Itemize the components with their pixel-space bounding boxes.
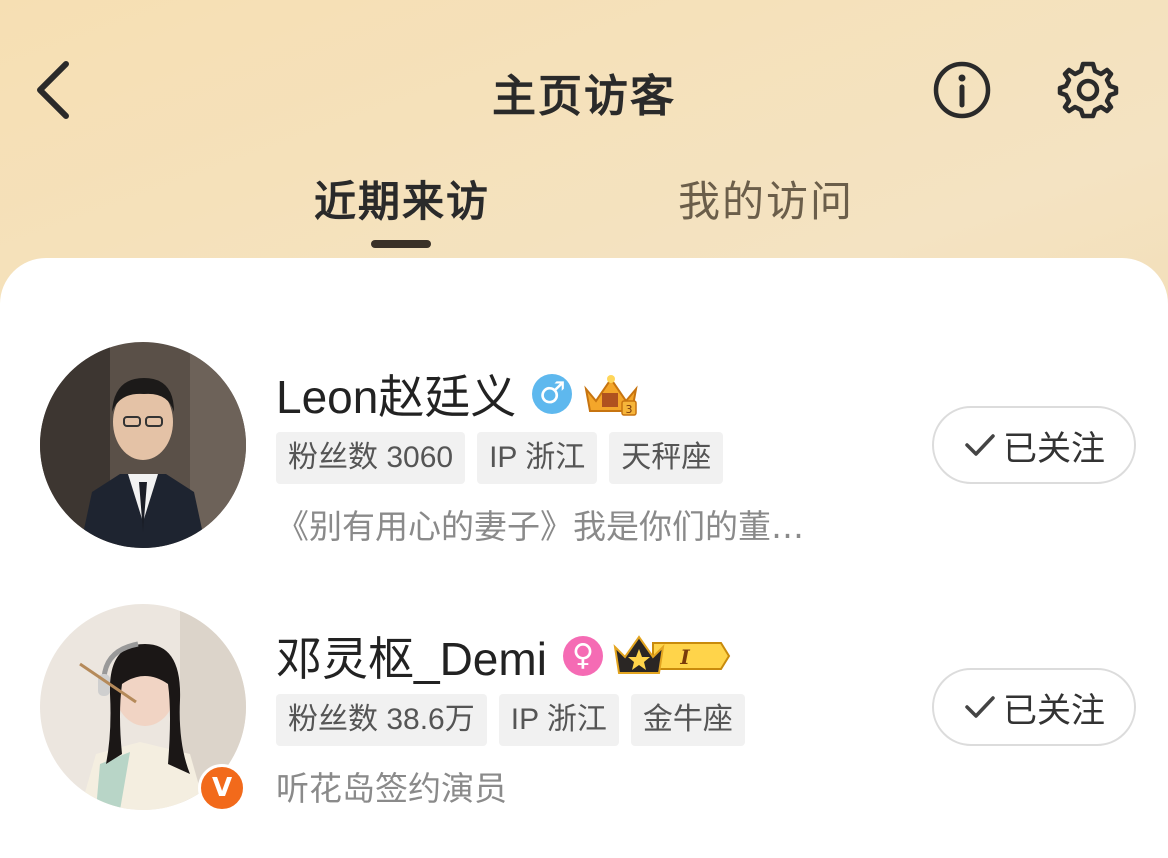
tab-my-visits[interactable]: 我的访问 (678, 168, 854, 229)
info-button[interactable] (932, 60, 992, 120)
list-item[interactable]: V 邓灵枢_Demi ♀ I 粉丝数 38.6万 IP 浙江 金牛座 听花岛签约… (0, 598, 1168, 828)
visitor-name[interactable]: Leon赵廷义 (276, 361, 516, 427)
svg-text:3: 3 (626, 403, 633, 416)
active-tab-indicator (371, 240, 431, 248)
visitor-list: Leon赵廷义 ♂ 3 粉丝数 3060 IP 浙江 天秤座 《别有用心的妻子》… (0, 258, 1168, 858)
page-title: 主页访客 (492, 71, 676, 122)
avatar[interactable] (40, 342, 246, 548)
following-button[interactable]: 已关注 (932, 668, 1136, 746)
fans-count-tag: 粉丝数 3060 (276, 432, 466, 484)
verified-badge: V (198, 764, 246, 812)
following-label: 已关注 (1003, 690, 1105, 731)
male-icon: ♂ (532, 374, 573, 414)
crown-level-3-badge-icon: 3 (584, 375, 639, 416)
checkmark-icon (965, 696, 995, 718)
list-item[interactable]: Leon赵廷义 ♂ 3 粉丝数 3060 IP 浙江 天秤座 《别有用心的妻子》… (0, 336, 1168, 566)
visitor-bio: 《别有用心的妻子》我是你们的董… (276, 507, 804, 546)
fans-count-tag: 粉丝数 38.6万 (276, 694, 487, 746)
ip-location-tag: IP 浙江 (477, 432, 598, 484)
crown-level-1-badge-icon: I (613, 635, 731, 674)
header: 主页访客 近期来访 我的访问 (0, 0, 1168, 260)
visitor-bio: 听花岛签约演员 (276, 769, 507, 808)
ip-location-tag: IP 浙江 (498, 694, 619, 746)
following-label: 已关注 (1003, 428, 1105, 469)
crown-level-text: I (679, 645, 690, 669)
settings-button[interactable] (1056, 58, 1120, 122)
zodiac-tag: 金牛座 (630, 694, 745, 746)
female-icon: ♀ (562, 636, 603, 676)
tab-recent-visits[interactable]: 近期来访 (314, 168, 490, 229)
gear-icon (1057, 61, 1119, 119)
visitor-name[interactable]: 邓灵枢_Demi (276, 623, 547, 689)
zodiac-tag: 天秤座 (609, 432, 724, 484)
avatar-photo (40, 342, 246, 548)
info-icon (933, 61, 991, 119)
following-button[interactable]: 已关注 (932, 406, 1136, 484)
checkmark-icon (965, 434, 995, 456)
